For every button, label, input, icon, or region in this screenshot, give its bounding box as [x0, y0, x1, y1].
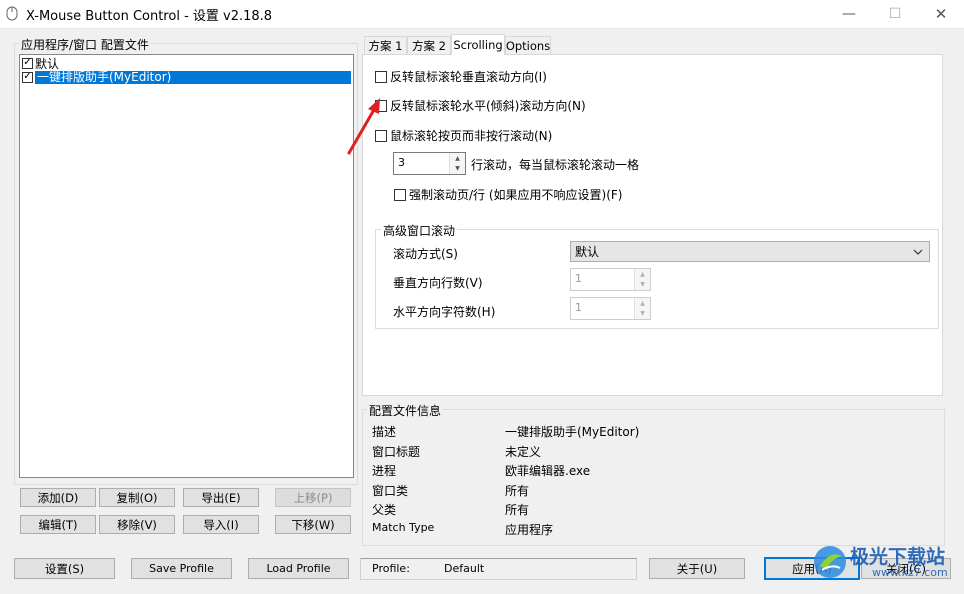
profile-info-group-label: 配置文件信息: [367, 402, 444, 419]
spin-up-icon[interactable]: ▲: [635, 269, 650, 280]
vertical-lines-stepper[interactable]: 1 ▲ ▼: [570, 268, 651, 291]
scroll-lines-stepper[interactable]: 3 ▲ ▼: [393, 152, 466, 175]
watermark-text: 极光下载站: [850, 546, 946, 568]
scroll-by-page-option[interactable]: 鼠标滚轮按页而非按行滚动(N): [375, 127, 552, 144]
scroll-lines-value[interactable]: 3: [394, 153, 449, 174]
spin-down-icon[interactable]: ▼: [635, 279, 650, 290]
scroll-lines-suffix: 行滚动，每当鼠标滚轮滚动一格: [471, 158, 640, 172]
mouse-icon: [6, 6, 18, 21]
application-list[interactable]: ✓ 默认 ✓ 一键排版助手(MyEditor): [19, 54, 354, 478]
about-button[interactable]: 关于(U): [649, 558, 745, 579]
settings-button[interactable]: 设置(S): [14, 558, 115, 579]
watermark: 极光下载站 www.xz7.com: [812, 540, 962, 592]
watermark-logo-icon: [814, 546, 846, 578]
invert-horizontal-label: 反转鼠标滚轮水平(倾斜)滚动方向(N): [390, 99, 586, 113]
invert-vertical-option[interactable]: 反转鼠标滚轮垂直滚动方向(I): [375, 68, 547, 85]
info-description-value: 一键排版助手(MyEditor): [505, 425, 640, 439]
info-process-label: 进程: [372, 464, 397, 478]
close-window-button[interactable]: ✕: [918, 0, 964, 28]
profile-status-field: Profile: Default: [360, 558, 637, 580]
info-parent-class-value: 所有: [505, 503, 530, 517]
info-match-type-label: Match Type: [372, 521, 435, 534]
invert-vertical-checkbox[interactable]: [375, 70, 387, 83]
info-match-type-value: 应用程序: [505, 523, 554, 537]
tab-scheme-2[interactable]: 方案 2: [407, 36, 451, 54]
horizontal-chars-stepper[interactable]: 1 ▲ ▼: [570, 297, 651, 320]
scroll-mode-value: 默认: [575, 245, 600, 259]
tab-scrolling[interactable]: Scrolling: [451, 34, 505, 55]
copy-button[interactable]: 复制(O): [99, 488, 175, 507]
load-profile-button[interactable]: Load Profile: [248, 558, 349, 579]
profile-info-group-border: [362, 409, 945, 546]
remove-button[interactable]: 移除(V): [99, 515, 175, 534]
vertical-lines-label: 垂直方向行数(V): [393, 276, 483, 290]
list-item[interactable]: ✓ 默认: [20, 56, 351, 71]
profile-status-label: Profile:: [372, 562, 410, 575]
info-description-label: 描述: [372, 425, 397, 439]
list-item-label: 默认: [35, 56, 60, 71]
maximize-icon: ☐: [888, 6, 902, 22]
vertical-lines-spin-buttons[interactable]: ▲ ▼: [634, 269, 650, 290]
maximize-button[interactable]: ☐: [872, 0, 918, 28]
vertical-lines-value[interactable]: 1: [571, 269, 634, 290]
horizontal-chars-spin-buttons[interactable]: ▲ ▼: [634, 298, 650, 319]
profiles-group-label: 应用程序/窗口 配置文件: [19, 36, 151, 53]
info-parent-class-label: 父类: [372, 503, 397, 517]
info-process-value: 欧菲编辑器.exe: [505, 464, 591, 478]
info-window-title-value: 未定义: [505, 445, 542, 459]
close-icon: ✕: [934, 5, 948, 23]
profile-status-value: Default: [444, 562, 485, 575]
minimize-button[interactable]: —: [826, 0, 872, 28]
scroll-lines-spin-buttons[interactable]: ▲ ▼: [449, 153, 465, 174]
invert-horizontal-option[interactable]: 反转鼠标滚轮水平(倾斜)滚动方向(N): [375, 97, 586, 114]
invert-vertical-label: 反转鼠标滚轮垂直滚动方向(I): [390, 70, 547, 84]
info-window-class-label: 窗口类: [372, 484, 409, 498]
minimize-icon: —: [842, 6, 856, 22]
spin-up-icon[interactable]: ▲: [635, 298, 650, 309]
move-up-button[interactable]: 上移(P): [275, 488, 351, 507]
list-item-label: 一键排版助手(MyEditor): [35, 70, 351, 84]
chevron-down-icon: [913, 249, 923, 255]
list-item-checkbox[interactable]: ✓: [22, 71, 33, 83]
title-bar: X-Mouse Button Control - 设置 v2.18.8 — ☐ …: [0, 0, 964, 29]
spin-down-icon[interactable]: ▼: [450, 163, 465, 174]
watermark-url: www.xz7.com: [872, 566, 948, 579]
force-scroll-label: 强制滚动页/行 (如果应用不响应设置)(F): [409, 188, 623, 202]
horizontal-chars-value[interactable]: 1: [571, 298, 634, 319]
spin-down-icon[interactable]: ▼: [635, 308, 650, 319]
spin-up-icon[interactable]: ▲: [450, 153, 465, 164]
tab-options[interactable]: Options: [505, 36, 551, 54]
edit-button[interactable]: 编辑(T): [20, 515, 96, 534]
list-item-checkbox[interactable]: ✓: [22, 57, 33, 69]
save-profile-button[interactable]: Save Profile: [131, 558, 232, 579]
scroll-mode-label: 滚动方式(S): [393, 247, 458, 261]
list-item-selected[interactable]: ✓ 一键排版助手(MyEditor): [20, 70, 351, 84]
info-window-class-value: 所有: [505, 484, 530, 498]
scroll-by-page-label: 鼠标滚轮按页而非按行滚动(N): [390, 129, 553, 143]
horizontal-chars-label: 水平方向字符数(H): [393, 305, 496, 319]
info-window-title-label: 窗口标题: [372, 445, 421, 459]
window-title: X-Mouse Button Control - 设置 v2.18.8: [26, 9, 273, 24]
add-button[interactable]: 添加(D): [20, 488, 96, 507]
export-button[interactable]: 导出(E): [183, 488, 259, 507]
scroll-mode-select[interactable]: 默认: [570, 241, 930, 262]
move-down-button[interactable]: 下移(W): [275, 515, 351, 534]
force-scroll-option[interactable]: 强制滚动页/行 (如果应用不响应设置)(F): [394, 186, 623, 203]
import-button[interactable]: 导入(I): [183, 515, 259, 534]
tab-scheme-1[interactable]: 方案 1: [364, 36, 407, 54]
advanced-scroll-group-label: 高级窗口滚动: [381, 222, 458, 239]
force-scroll-checkbox[interactable]: [394, 188, 406, 201]
annotation-arrow-icon: [347, 98, 380, 155]
